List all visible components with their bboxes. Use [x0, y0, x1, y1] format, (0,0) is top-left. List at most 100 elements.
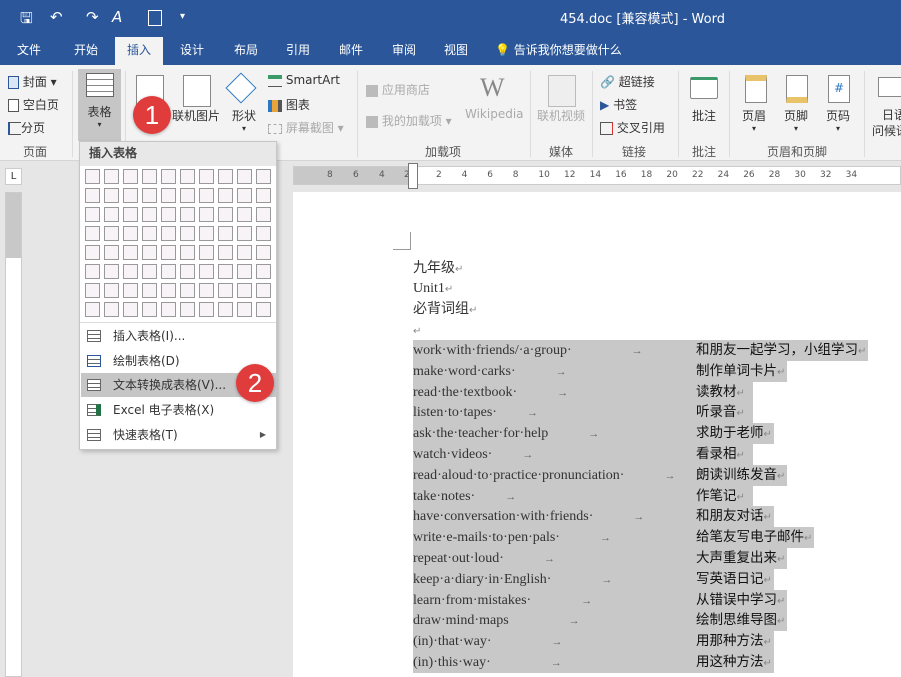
grid-cell[interactable] [123, 188, 138, 203]
screenshot-button[interactable]: 屏幕截图 ▾ [268, 119, 344, 136]
tab-home[interactable]: 开始 [60, 37, 112, 65]
indent-marker[interactable] [408, 163, 418, 189]
japanese-greeting-button[interactable]: 日语问候语 [878, 107, 901, 139]
grid-cell[interactable] [161, 245, 176, 260]
grid-cell[interactable] [180, 226, 195, 241]
grid-cell[interactable] [142, 264, 157, 279]
phrase-row[interactable]: make·word·carks·→制作单词卡片↵ [413, 361, 787, 382]
page-number-button[interactable]: 页码▾ [826, 107, 850, 133]
wikipedia-button[interactable]: Wikipedia [465, 107, 524, 121]
store-button[interactable]: 应用商店 [366, 81, 430, 98]
grid-cell[interactable] [237, 283, 252, 298]
grid-cell[interactable] [161, 226, 176, 241]
grid-cell[interactable] [199, 226, 214, 241]
tab-insert[interactable]: 插入 [115, 37, 163, 65]
tab-mailings[interactable]: 邮件 [327, 37, 375, 65]
phrase-row[interactable]: ask·the·teacher·for·help→求助于老师↵ [413, 423, 774, 444]
grid-cell[interactable] [199, 264, 214, 279]
grid-cell[interactable] [142, 245, 157, 260]
grid-cell[interactable] [142, 207, 157, 222]
grid-cell[interactable] [256, 245, 271, 260]
phrase-row[interactable]: (in)·this·way·→用这种方法↵ [413, 652, 774, 673]
footer-button[interactable]: 页脚▾ [784, 107, 808, 133]
grid-cell[interactable] [180, 169, 195, 184]
phrase-row[interactable]: keep·a·diary·in·English·→写英语日记↵ [413, 569, 774, 590]
grid-cell[interactable] [180, 207, 195, 222]
shapes-button[interactable]: 形状▾ [232, 107, 256, 133]
tab-layout[interactable]: 布局 [222, 37, 270, 65]
phrase-row[interactable]: take·notes·→作笔记↵ [413, 486, 753, 507]
menu-item-insert-table[interactable]: 插入表格(I)... [81, 324, 276, 348]
grid-cell[interactable] [123, 302, 138, 317]
cover-page-button[interactable]: 封面 ▾ [8, 73, 57, 90]
phrase-row[interactable]: have·conversation·with·friends·→和朋友对话↵ [413, 506, 774, 527]
grid-cell[interactable] [104, 188, 119, 203]
horizontal-ruler[interactable]: 8 6 4 2 246810121416182022242628303234 [293, 166, 901, 185]
grid-cell[interactable] [180, 245, 195, 260]
grid-cell[interactable] [104, 207, 119, 222]
grid-cell[interactable] [199, 245, 214, 260]
phrase-row[interactable]: (in)·that·way·→用那种方法↵ [413, 631, 774, 652]
phrase-row[interactable]: repeat·out·loud·→大声重复出来↵ [413, 548, 787, 569]
grid-cell[interactable] [85, 169, 100, 184]
grid-cell[interactable] [161, 264, 176, 279]
grid-cell[interactable] [123, 226, 138, 241]
comment-button[interactable]: 批注 [692, 107, 716, 124]
grid-cell[interactable] [199, 188, 214, 203]
grid-cell[interactable] [237, 245, 252, 260]
grid-cell[interactable] [142, 302, 157, 317]
grid-cell[interactable] [218, 264, 233, 279]
grid-cell[interactable] [85, 245, 100, 260]
table-size-grid[interactable] [85, 169, 271, 317]
grid-cell[interactable] [199, 169, 214, 184]
grid-cell[interactable] [256, 264, 271, 279]
phrase-row[interactable]: draw·mind·maps→绘制思维导图↵ [413, 610, 787, 631]
redo-icon[interactable]: ↷ [86, 8, 99, 26]
grid-cell[interactable] [85, 226, 100, 241]
grid-cell[interactable] [237, 302, 252, 317]
grid-cell[interactable] [104, 226, 119, 241]
grid-cell[interactable] [161, 169, 176, 184]
document-page[interactable]: 九年级↵ Unit1↵ 必背词组↵ ↵ work·with·friends/·a… [293, 192, 901, 677]
grid-cell[interactable] [123, 264, 138, 279]
grid-cell[interactable] [161, 283, 176, 298]
grid-cell[interactable] [142, 169, 157, 184]
customize-qat-icon[interactable]: ▾ [180, 11, 185, 22]
my-addins-button[interactable]: 我的加载项 ▾ [366, 112, 452, 129]
grid-cell[interactable] [256, 207, 271, 222]
grid-cell[interactable] [85, 207, 100, 222]
vertical-ruler[interactable] [5, 192, 22, 677]
grid-cell[interactable] [85, 264, 100, 279]
grid-cell[interactable] [123, 207, 138, 222]
grid-cell[interactable] [218, 226, 233, 241]
phrase-row[interactable]: write·e-mails·to·pen·pals·→给笔友写电子邮件↵ [413, 527, 814, 548]
grid-cell[interactable] [218, 169, 233, 184]
grid-cell[interactable] [161, 207, 176, 222]
grid-cell[interactable] [256, 188, 271, 203]
grid-cell[interactable] [180, 302, 195, 317]
grid-cell[interactable] [180, 188, 195, 203]
grid-cell[interactable] [218, 188, 233, 203]
grid-cell[interactable] [123, 245, 138, 260]
grid-cell[interactable] [161, 302, 176, 317]
grid-cell[interactable] [256, 302, 271, 317]
grid-cell[interactable] [237, 264, 252, 279]
grid-cell[interactable] [104, 245, 119, 260]
cross-reference-button[interactable]: 交叉引用 [600, 119, 665, 136]
online-pictures-button[interactable]: 联机图片 [172, 107, 220, 124]
tab-design[interactable]: 设计 [168, 37, 216, 65]
grid-cell[interactable] [123, 283, 138, 298]
phrase-row[interactable]: read·aloud·to·practice·pronunciation·→朗读… [413, 465, 787, 486]
grid-cell[interactable] [104, 283, 119, 298]
phrase-row[interactable]: read·the·textbook·→读教材↵ [413, 382, 753, 403]
grid-cell[interactable] [142, 188, 157, 203]
tab-file[interactable]: 文件 [5, 37, 53, 65]
grid-cell[interactable] [199, 302, 214, 317]
grid-cell[interactable] [161, 188, 176, 203]
phrase-row[interactable]: watch·videos·→看录相↵ [413, 444, 753, 465]
undo-icon[interactable]: ↶ [50, 8, 63, 26]
grid-cell[interactable] [104, 302, 119, 317]
tab-references[interactable]: 引用 [274, 37, 322, 65]
online-video-button[interactable]: 联机视频 [537, 107, 585, 124]
grid-cell[interactable] [256, 169, 271, 184]
